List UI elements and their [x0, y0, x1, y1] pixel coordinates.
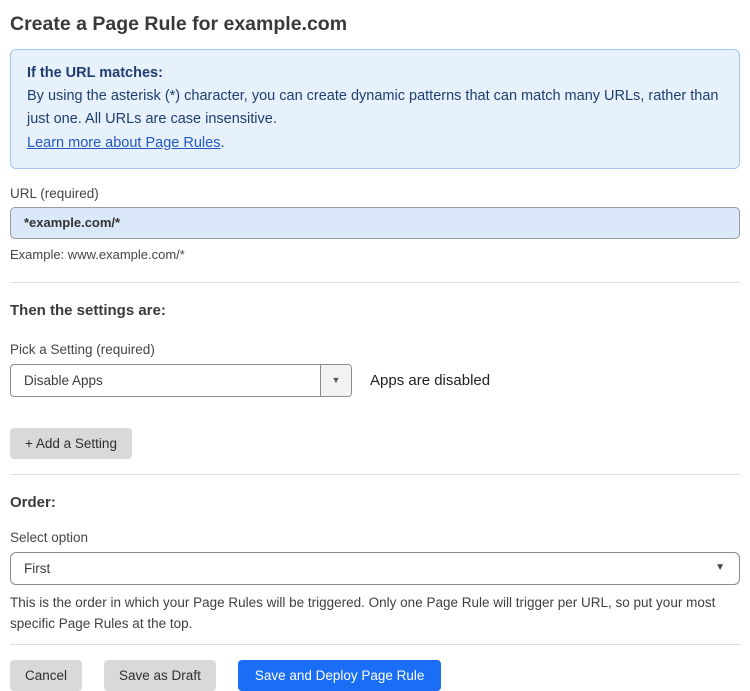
info-box-heading: If the URL matches:: [27, 65, 163, 81]
save-draft-button[interactable]: Save as Draft: [104, 659, 216, 691]
setting-status-text: Apps are disabled: [370, 371, 491, 389]
divider: [10, 643, 740, 645]
url-example-text: Example: www.example.com/*: [10, 246, 185, 262]
url-input[interactable]: [10, 206, 740, 239]
setting-select[interactable]: Disable Apps ▼: [10, 363, 352, 397]
page-title: Create a Page Rule for example.com: [10, 13, 348, 35]
setting-select-arrow-button[interactable]: ▼: [320, 364, 351, 396]
info-box-body: By using the asterisk (*) character, you…: [27, 88, 719, 128]
order-section-heading: Order:: [10, 493, 56, 511]
info-box-link-line: Learn more about Page Rules.: [27, 132, 723, 155]
order-help-text: This is the order in which your Page Rul…: [10, 594, 716, 631]
add-setting-button[interactable]: + Add a Setting: [10, 427, 132, 459]
setting-row: Disable Apps ▼ Apps are disabled: [10, 363, 740, 397]
save-deploy-button[interactable]: Save and Deploy Page Rule: [237, 659, 442, 691]
settings-section-heading: Then the settings are:: [10, 301, 166, 319]
footer-actions: Cancel Save as Draft Save and Deploy Pag…: [10, 659, 740, 691]
link-period: .: [220, 134, 225, 151]
order-select-value: First: [24, 560, 51, 576]
cancel-button[interactable]: Cancel: [10, 659, 83, 691]
order-select[interactable]: First ▼: [10, 551, 740, 585]
divider: [10, 281, 740, 283]
divider: [10, 473, 740, 475]
caret-down-icon: ▼: [715, 562, 725, 574]
url-match-info-box: If the URL matches: By using the asteris…: [10, 49, 740, 169]
caret-down-icon: ▼: [331, 374, 341, 385]
select-option-label: Select option: [10, 529, 89, 545]
learn-more-page-rules-link[interactable]: Learn more about Page Rules: [27, 135, 220, 151]
setting-select-value: Disable Apps: [24, 372, 103, 388]
url-label: URL (required): [10, 185, 99, 201]
pick-setting-label: Pick a Setting (required): [10, 341, 155, 357]
